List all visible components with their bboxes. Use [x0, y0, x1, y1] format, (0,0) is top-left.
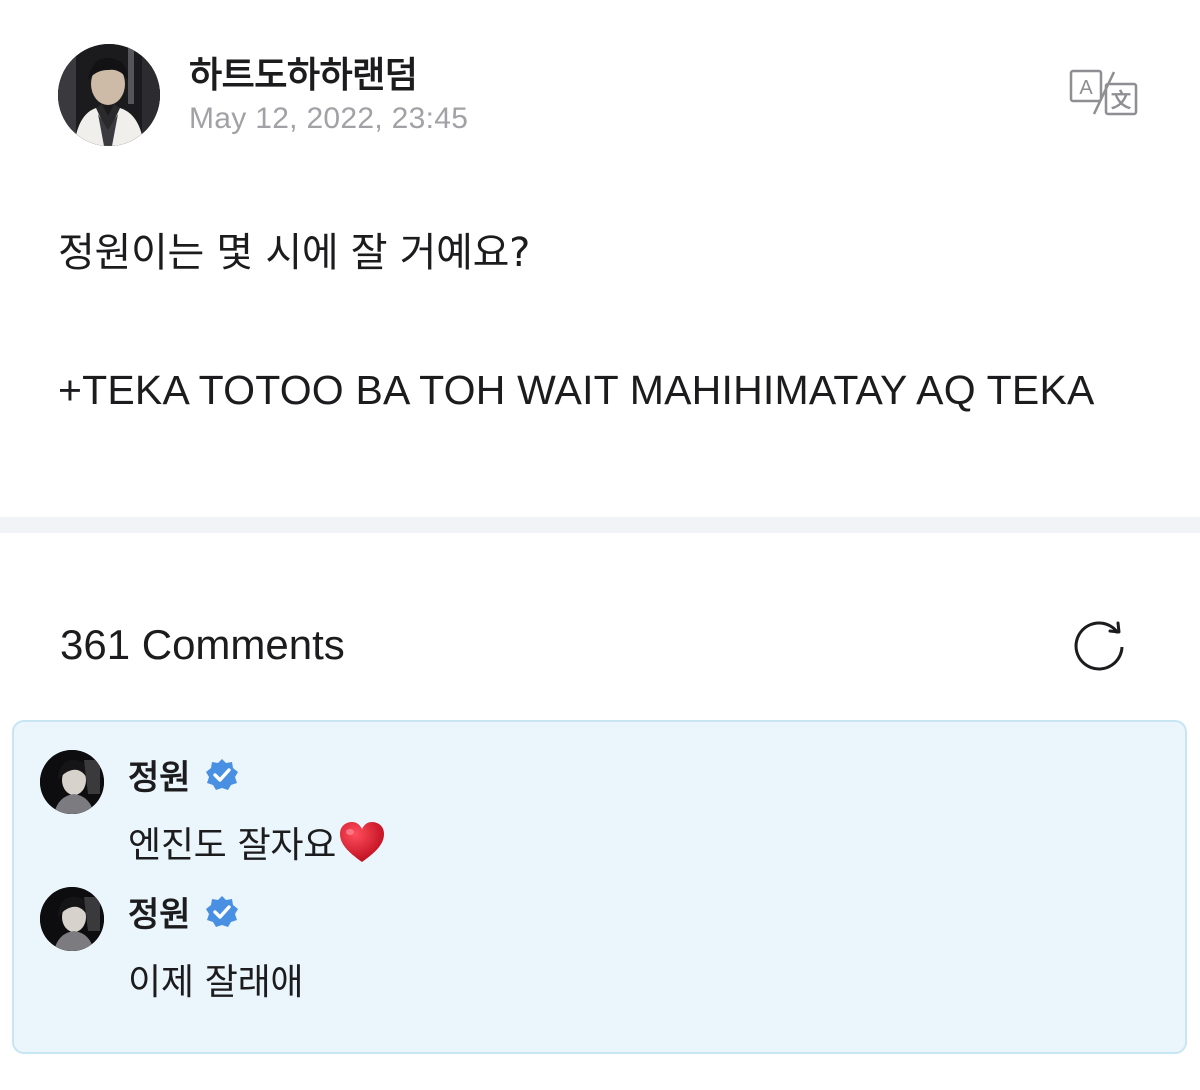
comments-header: 361 Comments — [60, 615, 1140, 679]
author-avatar[interactable] — [58, 44, 160, 146]
post-timestamp: May 12, 2022, 23:45 — [189, 102, 469, 135]
comments-count: 361 Comments — [60, 621, 345, 668]
section-divider — [0, 517, 1200, 533]
commenter-avatar[interactable] — [40, 750, 104, 814]
commenter-name[interactable]: 정원 — [128, 887, 239, 936]
artist-comments-box: 정원 엔진도 잘자요 정원 이제 잘래애 — [12, 720, 1187, 1054]
comment-item[interactable]: 정원 엔진도 잘자요 — [40, 746, 1165, 866]
comment-text: 이제 잘래애 — [128, 953, 304, 1005]
post-text-english: +TEKA TOTOO BA TOH WAIT MAHIHIMATAY AQ T… — [58, 367, 1095, 413]
post-text-korean: 정원이는 몇 시에 잘 거예요? — [58, 230, 531, 276]
heart-emoji-icon — [340, 822, 385, 862]
post-body: 정원이는 몇 시에 잘 거예요? +TEKA TOTOO BA TOH WAIT… — [58, 218, 1140, 424]
svg-text:文: 文 — [1111, 88, 1132, 112]
user-avatar-icon — [40, 750, 104, 814]
user-avatar-icon — [58, 44, 160, 146]
commenter-name-text: 정원 — [128, 895, 191, 935]
post-header: 하트도하하랜덤 May 12, 2022, 23:45 A 文 — [58, 44, 1160, 148]
verified-badge-icon — [205, 758, 238, 790]
commenter-name[interactable]: 정원 — [128, 750, 239, 799]
translate-icon: A 文 — [1069, 69, 1138, 116]
comment-text: 엔진도 잘자요 — [128, 816, 386, 868]
commenter-name-text: 정원 — [128, 758, 191, 798]
comment-item[interactable]: 정원 이제 잘래애 — [40, 883, 1165, 1003]
comment-body: 엔진도 잘자요 — [128, 825, 337, 866]
translate-button[interactable]: A 文 — [1068, 68, 1140, 118]
user-avatar-icon — [40, 887, 104, 951]
refresh-icon — [1074, 621, 1124, 671]
svg-text:A: A — [1079, 77, 1093, 99]
post-page: 하트도하하랜덤 May 12, 2022, 23:45 A 文 정원이는 몇 시… — [0, 0, 1200, 1090]
verified-badge-icon — [205, 895, 238, 927]
commenter-avatar[interactable] — [40, 887, 104, 951]
refresh-button[interactable] — [1070, 615, 1130, 675]
comment-body: 이제 잘래애 — [128, 962, 304, 1003]
author-name[interactable]: 하트도하하랜덤 — [189, 46, 418, 98]
